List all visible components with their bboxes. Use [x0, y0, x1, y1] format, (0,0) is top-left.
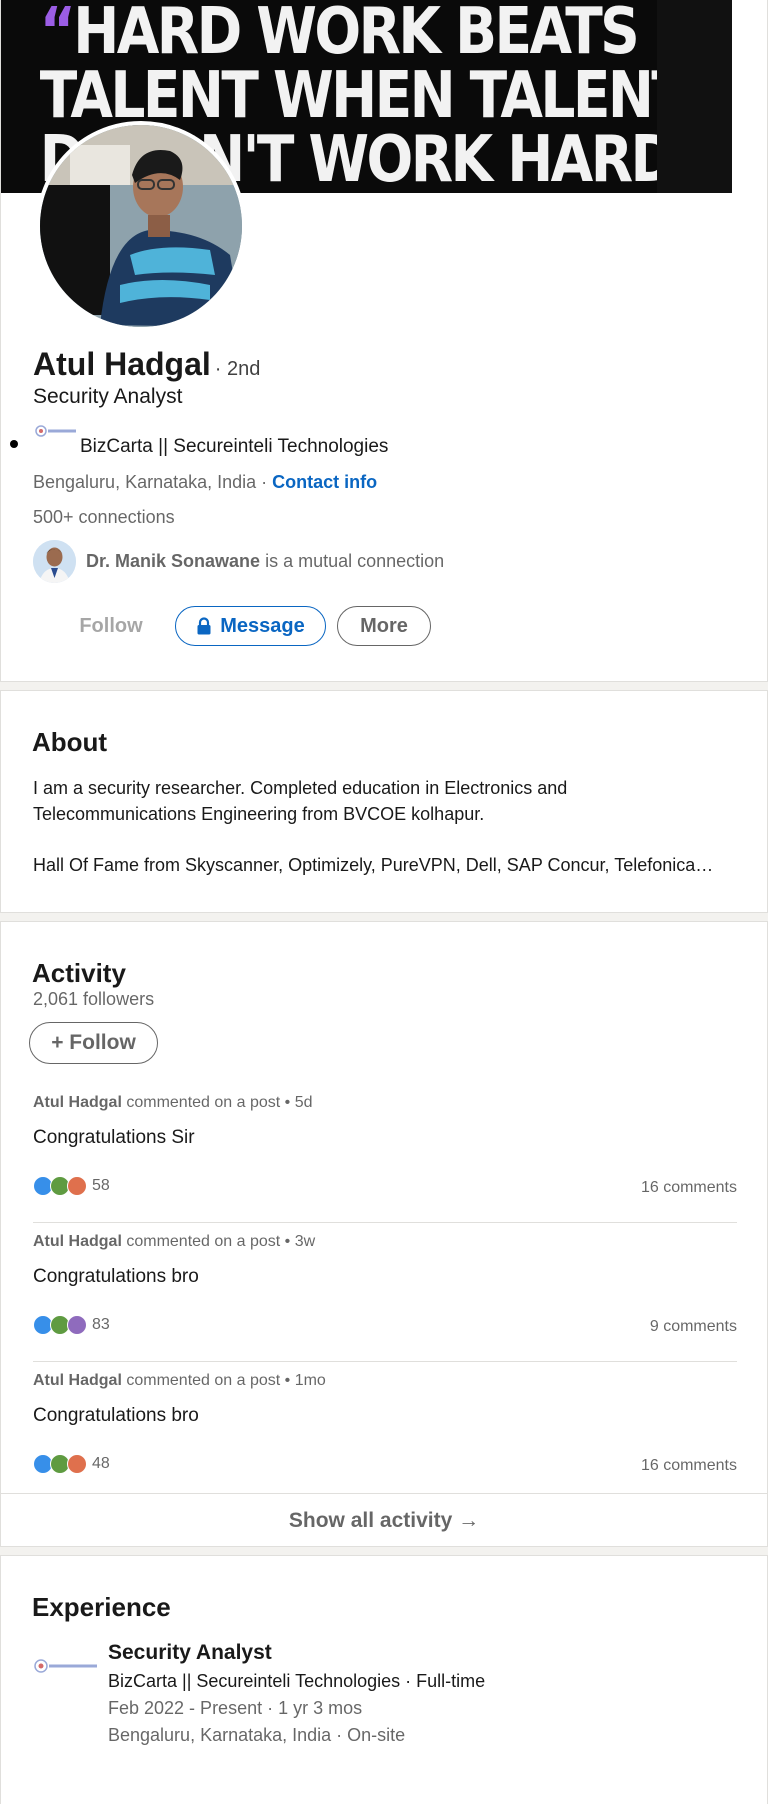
list-bullet: [10, 440, 18, 448]
about-text: I am a security researcher. Completed ed…: [33, 778, 568, 824]
banner-side-panel: [657, 0, 732, 193]
reaction-count: 83: [92, 1316, 110, 1333]
post-text: Congratulations Sir: [33, 1127, 195, 1148]
mutual-connection-suffix: is a mutual connection: [265, 551, 445, 571]
lock-icon: [197, 617, 211, 635]
profile-photo-image: [40, 125, 242, 327]
post-comments-count[interactable]: 16 comments: [641, 1179, 737, 1197]
show-all-activity-button[interactable]: Show all activity →: [1, 1493, 767, 1548]
profile-actions: Follow Message More: [61, 606, 431, 646]
post-meta: Atul Hadgal commented on a post • 5d: [33, 1094, 313, 1112]
experience-title: Experience: [32, 1592, 171, 1622]
post-text: Congratulations bro: [33, 1266, 199, 1287]
post-comments-count[interactable]: 9 comments: [650, 1318, 737, 1336]
followers-count: 2,061 followers: [33, 989, 155, 1009]
reaction-icons: [33, 1315, 87, 1335]
experience-dates: Feb 2022 - Present · 1 yr 3 mos: [108, 1698, 363, 1718]
reaction-icons: [33, 1176, 87, 1196]
more-button[interactable]: More: [337, 606, 431, 646]
experience-section: Experience Security Analyst BizCarta || …: [0, 1555, 768, 1804]
about-hall-of-fame[interactable]: Hall Of Fame from Skyscanner, Optimizely…: [33, 855, 733, 876]
post-reactions[interactable]: 83: [33, 1315, 110, 1335]
post-author: Atul Hadgal: [33, 1233, 122, 1250]
activity-post[interactable]: Atul Hadgal commented on a post • 1mo Co…: [33, 1372, 737, 1511]
profile-top-card: “HARD WORK BEATS TALENT WHEN TALENT DOES…: [0, 0, 768, 682]
post-author: Atul Hadgal: [33, 1094, 122, 1111]
profile-name: Atul Hadgal: [33, 346, 211, 382]
banner-line-2: TALENT WHEN TALENT: [39, 59, 689, 133]
profile-name-row: Atul Hadgal · 2nd: [33, 346, 260, 383]
mutual-connection-row[interactable]: Dr. Manik Sonawane is a mutual connectio…: [33, 540, 444, 583]
post-divider: [33, 1222, 737, 1223]
reaction-icons: [33, 1454, 87, 1474]
activity-section: Activity 2,061 followers + Follow Atul H…: [0, 921, 768, 1547]
activity-post[interactable]: Atul Hadgal commented on a post • 5d Con…: [33, 1094, 737, 1233]
follow-button[interactable]: Follow: [61, 606, 161, 646]
post-text: Congratulations bro: [33, 1405, 199, 1426]
connection-degree: · 2nd: [214, 358, 261, 380]
post-action: commented on a post • 5d: [126, 1094, 313, 1111]
post-action: commented on a post • 3w: [126, 1233, 316, 1250]
connections-count[interactable]: 500+ connections: [33, 507, 175, 528]
post-author: Atul Hadgal: [33, 1372, 122, 1389]
post-reactions[interactable]: 48: [33, 1454, 110, 1474]
company-logo: [35, 425, 76, 437]
mutual-avatar-image: [33, 540, 76, 583]
message-button[interactable]: Message: [175, 606, 326, 646]
location-row: Bengaluru, Karnataka, India · Contact in…: [33, 472, 377, 493]
reaction-count: 58: [92, 1177, 110, 1194]
post-action: commented on a post • 1mo: [126, 1372, 326, 1389]
profile-location: Bengaluru, Karnataka, India: [33, 472, 257, 492]
company-logo[interactable]: [33, 1658, 99, 1674]
location-separator: ·: [256, 472, 273, 492]
current-company-name: BizCarta || Secureinteli Technologies: [80, 436, 389, 457]
profile-headline: Security Analyst: [33, 385, 183, 408]
profile-photo[interactable]: [36, 121, 246, 331]
experience-title-text[interactable]: Security Analyst: [108, 1641, 272, 1665]
mutual-connection-name: Dr. Manik Sonawane: [86, 551, 261, 571]
about-title: About: [32, 727, 108, 757]
current-company-row[interactable]: BizCarta || Secureinteli Technologies: [7, 424, 507, 464]
insightful-reaction-icon: [67, 1315, 87, 1335]
about-section: About I am a security researcher. Comple…: [0, 690, 768, 913]
reaction-count: 48: [92, 1455, 110, 1472]
contact-info-link[interactable]: Contact info: [272, 472, 377, 492]
activity-title: Activity: [32, 958, 126, 988]
message-button-label: Message: [220, 614, 305, 637]
activity-post[interactable]: Atul Hadgal commented on a post • 3w Con…: [33, 1233, 737, 1372]
post-comments-count[interactable]: 16 comments: [641, 1457, 737, 1475]
post-meta: Atul Hadgal commented on a post • 3w: [33, 1233, 315, 1251]
mutual-connection-text: Dr. Manik Sonawane is a mutual connectio…: [86, 551, 444, 572]
post-meta: Atul Hadgal commented on a post • 1mo: [33, 1372, 326, 1390]
love-reaction-icon: [67, 1176, 87, 1196]
experience-location: Bengaluru, Karnataka, India · On-site: [108, 1725, 406, 1745]
experience-company: BizCarta || Secureinteli Technologies · …: [108, 1671, 486, 1691]
post-reactions[interactable]: 58: [33, 1176, 110, 1196]
activity-follow-button[interactable]: + Follow: [29, 1022, 158, 1064]
love-reaction-icon: [67, 1454, 87, 1474]
post-divider: [33, 1361, 737, 1362]
mutual-connection-avatar: [33, 540, 76, 583]
